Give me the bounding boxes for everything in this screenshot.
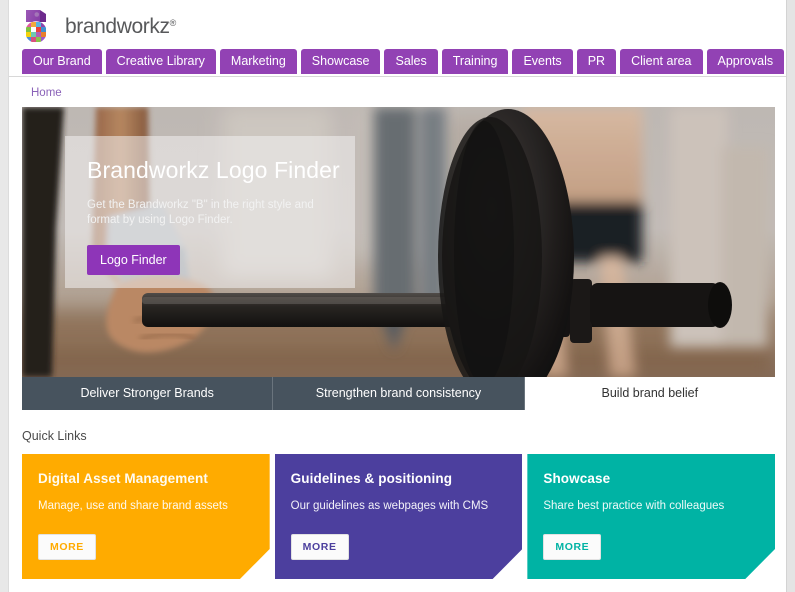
quick-link-card-digital-asset-management[interactable]: Digital Asset Management Manage, use and… [22,454,270,579]
brand-logo[interactable]: brandworkz® [20,8,176,46]
card-more-button[interactable]: MORE [38,534,96,560]
quick-link-card-guidelines-positioning[interactable]: Guidelines & positioning Our guidelines … [274,454,523,579]
nav-item-creative-library[interactable]: Creative Library [105,49,216,74]
hero-tab-deliver-stronger-brands[interactable]: Deliver Stronger Brands [22,377,274,410]
hero-title: Brandworkz Logo Finder [87,157,340,183]
registered-mark: ® [169,18,177,28]
hero-banner: Brandworkz Logo Finder Get the Brandwork… [22,107,775,377]
quick-links-cards: Digital Asset Management Manage, use and… [22,454,776,579]
page-root: brandworkz® Our Brand Creative Library Mar… [0,0,795,592]
card-title: Digital Asset Management [38,471,208,486]
card-description: Share best practice with colleagues [543,500,725,512]
brand-wordmark-text: brandworkz [65,15,170,38]
hero-tab-strengthen-brand-consistency[interactable]: Strengthen brand consistency [273,377,525,410]
card-more-button[interactable]: MORE [290,534,349,560]
page-right-gutter [787,0,795,592]
brand-wordmark: brandworkz® [65,15,176,39]
nav-item-approvals[interactable]: Approvals [706,49,785,74]
site-header: brandworkz® [9,0,786,49]
hero-tab-bar: Deliver Stronger Brands Strengthen brand… [22,377,775,410]
nav-item-our-brand[interactable]: Our Brand [22,49,102,74]
main-navigation: Our Brand Creative Library Marketing Showca… [9,49,786,76]
nav-item-training[interactable]: Training [441,49,509,74]
nav-item-showcase[interactable]: Showcase [300,49,381,74]
card-description: Manage, use and share brand assets [38,500,228,512]
hero-tab-build-brand-belief[interactable]: Build brand belief [524,377,775,410]
nav-item-client-area[interactable]: Client area [620,49,703,74]
logo-finder-button[interactable]: Logo Finder [87,245,180,275]
nav-item-marketing[interactable]: Marketing [219,49,297,74]
hero-subtitle: Get the Brandworkz "B" in the right styl… [87,199,314,226]
nav-item-events[interactable]: Events [512,49,573,74]
quick-links-heading: Quick Links [22,429,87,443]
hero-text-panel: Brandworkz Logo Finder Get the Brandwork… [65,136,355,288]
card-title: Guidelines & positioning [290,471,453,486]
nav-item-sales[interactable]: Sales [384,49,438,74]
page-canvas: brandworkz® Our Brand Creative Library Mar… [8,0,787,592]
quick-link-card-showcase[interactable]: Showcase Share best practice with collea… [527,454,776,579]
brandworkz-cube-logo-icon [25,10,47,43]
breadcrumb: Home [9,77,786,107]
card-title: Showcase [543,471,611,486]
card-description: Our guidelines as webpages with CMS [290,500,489,512]
card-more-button[interactable]: MORE [543,534,602,560]
breadcrumb-item-home[interactable]: Home [31,87,62,99]
nav-item-pr[interactable]: PR [576,49,617,74]
